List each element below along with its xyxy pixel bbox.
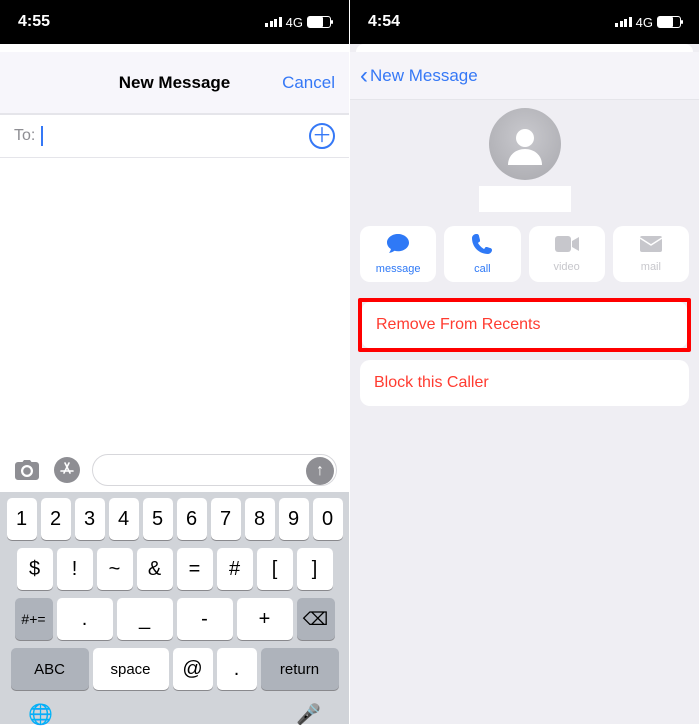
contact-name-redacted (479, 186, 571, 212)
send-button[interactable]: ↑ (306, 457, 334, 485)
key-underscore[interactable]: _ (117, 598, 173, 640)
key-hash[interactable]: # (217, 548, 253, 590)
back-button[interactable]: New Message (370, 66, 478, 86)
key-dot2[interactable]: . (217, 648, 257, 690)
key-7[interactable]: 7 (211, 498, 241, 540)
page-title: New Message (119, 73, 231, 93)
mail-icon (640, 235, 662, 258)
key-lbracket[interactable]: [ (257, 548, 293, 590)
nav-bar: ‹ New Message (350, 52, 699, 100)
network-label: 4G (636, 15, 653, 30)
cancel-button[interactable]: Cancel (282, 73, 335, 93)
message-text-input[interactable]: ↑ (92, 454, 337, 486)
signal-icon (615, 17, 632, 27)
to-field-row[interactable]: To: ＋ (0, 114, 349, 158)
call-label: call (474, 263, 491, 275)
status-bar: 4:54 4G (350, 0, 699, 44)
clock: 4:55 (18, 13, 50, 31)
network-label: 4G (286, 15, 303, 30)
key-return[interactable]: return (261, 648, 339, 690)
call-action[interactable]: call (444, 226, 520, 282)
battery-icon (307, 16, 331, 28)
key-5[interactable]: 5 (143, 498, 173, 540)
key-0[interactable]: 0 (313, 498, 343, 540)
message-action[interactable]: message (360, 226, 436, 282)
key-dollar[interactable]: $ (17, 548, 53, 590)
video-icon (555, 235, 579, 258)
back-chevron-icon[interactable]: ‹ (360, 62, 368, 90)
key-space[interactable]: space (93, 648, 169, 690)
mail-label: mail (641, 261, 661, 273)
avatar-icon (489, 108, 561, 180)
key-1[interactable]: 1 (7, 498, 37, 540)
key-2[interactable]: 2 (41, 498, 71, 540)
key-rbracket[interactable]: ] (297, 548, 333, 590)
key-8[interactable]: 8 (245, 498, 275, 540)
video-label: video (553, 261, 579, 273)
to-label: To: (14, 127, 35, 145)
signal-icon (265, 17, 282, 27)
right-screenshot: 4:54 4G ‹ New Message message (350, 0, 700, 724)
key-abc[interactable]: ABC (11, 648, 89, 690)
mic-icon[interactable]: 🎤 (296, 702, 321, 727)
key-amp[interactable]: & (137, 548, 173, 590)
key-minus[interactable]: - (177, 598, 233, 640)
phone-icon (472, 234, 492, 260)
sheet-background-peek (6, 44, 343, 52)
key-3[interactable]: 3 (75, 498, 105, 540)
app-store-icon[interactable] (52, 455, 82, 485)
key-bang[interactable]: ! (57, 548, 93, 590)
key-delete[interactable]: ⌫ (297, 598, 335, 640)
sheet-background-peek (356, 44, 693, 52)
globe-icon[interactable]: 🌐 (28, 702, 53, 727)
contact-header (350, 100, 699, 218)
nav-bar: New Message Cancel (0, 52, 349, 114)
battery-icon (657, 16, 681, 28)
key-eq[interactable]: = (177, 548, 213, 590)
message-input-bar: ↑ (0, 448, 349, 492)
key-9[interactable]: 9 (279, 498, 309, 540)
add-contact-button[interactable]: ＋ (309, 123, 335, 149)
text-cursor (41, 126, 43, 146)
message-icon (387, 234, 409, 260)
key-period[interactable]: . (57, 598, 113, 640)
key-tilde[interactable]: ~ (97, 548, 133, 590)
block-caller-button[interactable]: Block this Caller (360, 360, 689, 406)
key-4[interactable]: 4 (109, 498, 139, 540)
key-plus[interactable]: + (237, 598, 293, 640)
camera-icon[interactable] (12, 455, 42, 485)
message-label: message (376, 263, 421, 275)
key-at[interactable]: @ (173, 648, 213, 690)
remove-from-recents-button[interactable]: Remove From Recents (362, 302, 687, 348)
keyboard: 1 2 3 4 5 6 7 8 9 0 $ ! ~ & = # [ ] (0, 492, 349, 724)
annotation-highlight: Remove From Recents (358, 298, 691, 352)
clock: 4:54 (368, 13, 400, 31)
key-6[interactable]: 6 (177, 498, 207, 540)
video-action: video (529, 226, 605, 282)
contact-actions: message call video mail (350, 218, 699, 292)
key-numswitch[interactable]: #+= (15, 598, 53, 640)
mail-action: mail (613, 226, 689, 282)
left-screenshot: 4:55 4G New Message Cancel To: ＋ (0, 0, 350, 724)
status-bar: 4:55 4G (0, 0, 349, 44)
